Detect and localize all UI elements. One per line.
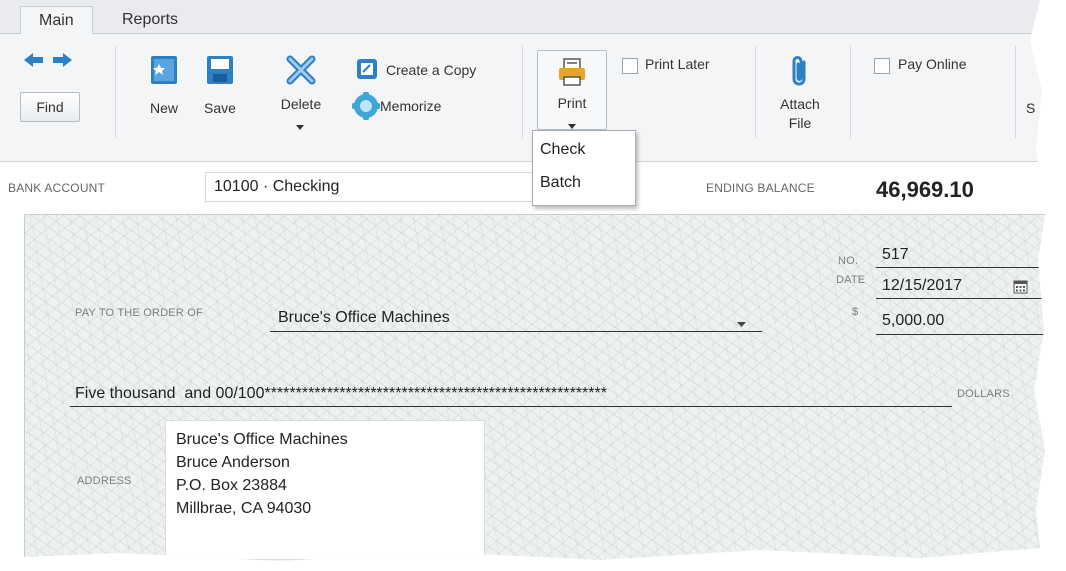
pay-online-checkbox[interactable] — [874, 58, 890, 74]
toolbar-separator — [522, 46, 523, 138]
date-field[interactable]: 12/15/2017 — [882, 277, 962, 295]
date-underline — [876, 298, 1046, 299]
create-copy-button[interactable]: Create a Copy — [386, 62, 476, 78]
address-label: ADDRESS — [77, 475, 132, 487]
print-dropdown-arrow-icon — [568, 117, 576, 129]
print-label: Print — [557, 95, 587, 111]
toolbar-separator — [755, 46, 756, 138]
check-number-underline — [876, 267, 1046, 268]
create-copy-icon[interactable] — [356, 58, 378, 80]
tab-reports[interactable]: Reports — [104, 6, 196, 34]
printer-icon — [557, 57, 587, 87]
amount-in-words: Five thousand and 00/100****************… — [75, 385, 607, 402]
check-number-field[interactable]: 517 — [882, 246, 909, 264]
address-line: P.O. Box 23884 — [176, 477, 287, 494]
find-label: Find — [36, 99, 64, 115]
payee-chevron-down-icon[interactable] — [737, 315, 746, 327]
tab-main[interactable]: Main — [20, 6, 93, 34]
ending-balance-value: 46,969.10 — [876, 177, 974, 202]
delete-button[interactable]: Delete — [276, 96, 326, 112]
address-line: Millbrae, CA 94030 — [176, 500, 312, 517]
toolbar-separator — [1015, 46, 1016, 138]
payee-underline — [270, 331, 762, 332]
print-later-checkbox[interactable] — [622, 58, 638, 74]
pay-online-label: Pay Online — [898, 56, 967, 72]
save-icon[interactable] — [205, 54, 235, 86]
find-button[interactable]: Find — [20, 92, 80, 122]
toolbar-separator — [850, 46, 851, 138]
bank-account-dropdown[interactable]: 10100 · Checking — [205, 172, 550, 202]
tab-bar: Main Reports — [0, 0, 1046, 34]
menu-item-check[interactable]: Check — [540, 141, 585, 159]
paperclip-icon[interactable] — [789, 54, 811, 88]
dollars-label: DOLLARS — [957, 388, 1010, 400]
address-line: Bruce's Office Machines — [176, 431, 348, 448]
memorize-button[interactable]: Memorize — [380, 98, 441, 114]
address-line: Bruce Anderson — [176, 454, 290, 471]
delete-x-icon[interactable] — [285, 54, 317, 86]
check-number-label: NO. — [838, 255, 859, 267]
next-arrow-icon[interactable] — [52, 52, 72, 68]
new-check-icon[interactable] — [149, 54, 179, 86]
calendar-icon[interactable] — [1013, 279, 1028, 294]
print-later-label: Print Later — [645, 56, 710, 72]
menu-item-batch[interactable]: Batch — [540, 174, 581, 192]
attach-file-button-line2[interactable]: File — [770, 115, 830, 131]
toolbar-separator — [115, 46, 116, 138]
amount-underline — [876, 334, 1046, 335]
save-button[interactable]: Save — [199, 100, 241, 116]
memorize-icon[interactable] — [351, 91, 381, 121]
print-button[interactable]: Print — [537, 50, 607, 130]
ending-balance-label: ENDING BALANCE — [706, 181, 815, 195]
print-dropdown-menu: Check Batch — [532, 130, 636, 206]
cut-off-toolbar-button[interactable]: S — [1026, 100, 1035, 116]
bank-account-value: 10100 · Checking — [214, 178, 340, 195]
payee-field[interactable]: Bruce's Office Machines — [278, 309, 450, 327]
bank-account-label: BANK ACCOUNT — [8, 181, 106, 195]
previous-arrow-icon[interactable] — [24, 52, 44, 68]
amount-field[interactable]: 5,000.00 — [882, 312, 944, 330]
delete-dropdown-arrow-icon[interactable] — [296, 118, 304, 130]
attach-file-button[interactable]: Attach — [770, 96, 830, 112]
new-button[interactable]: New — [144, 100, 184, 116]
toolbar: Find New Save Delete Create a Copy Memor… — [0, 34, 1046, 162]
dollar-sign-label: $ — [852, 306, 859, 318]
date-label: DATE — [836, 274, 866, 286]
write-checks-window: Main Reports Find New Save Delete Create… — [0, 0, 1046, 561]
amount-words-underline — [70, 406, 952, 407]
pay-to-label: PAY TO THE ORDER OF — [75, 307, 203, 319]
